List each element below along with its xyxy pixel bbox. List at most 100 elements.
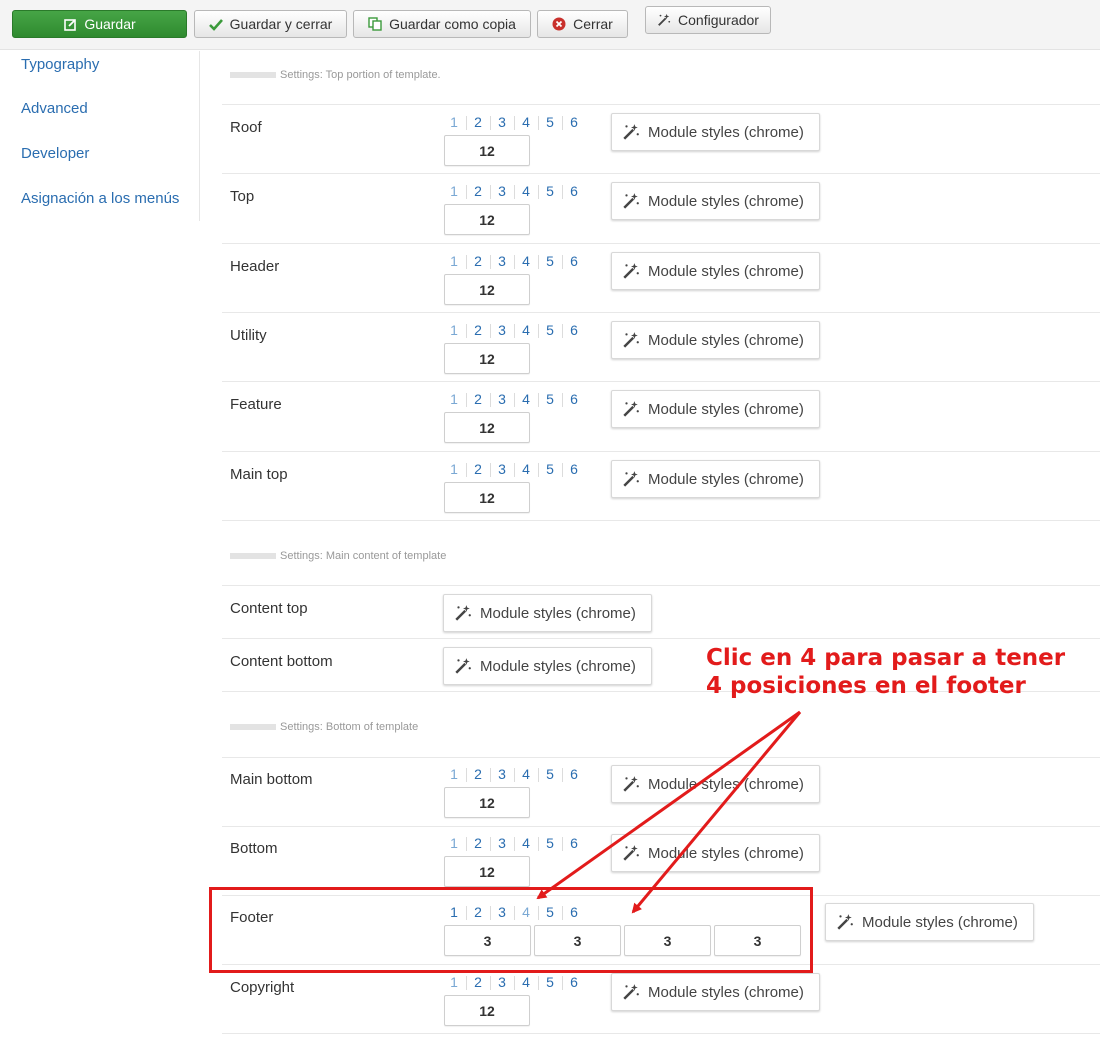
row-divider <box>222 243 1100 244</box>
column-option-1[interactable]: 1 <box>445 183 463 199</box>
module-styles-label: Module styles (chrome) <box>648 470 804 488</box>
column-option-3[interactable]: 3 <box>493 461 511 477</box>
position-column-box[interactable]: 12 <box>444 482 530 513</box>
save-as-copy-button[interactable]: Guardar como copia <box>353 10 531 38</box>
column-option-3[interactable]: 3 <box>493 322 511 338</box>
column-option-3[interactable]: 3 <box>493 391 511 407</box>
column-option-3[interactable]: 3 <box>493 253 511 269</box>
column-option-4[interactable]: 4 <box>517 322 535 338</box>
column-option-5[interactable]: 5 <box>541 766 559 782</box>
module-styles-button[interactable]: Module styles (chrome) <box>611 113 820 151</box>
position-column-box[interactable]: 12 <box>444 412 530 443</box>
close-button[interactable]: Cerrar <box>537 10 628 38</box>
position-column-box[interactable]: 12 <box>444 787 530 818</box>
position-column-box[interactable]: 12 <box>444 135 530 166</box>
column-option-separator <box>514 837 515 851</box>
column-option-2[interactable]: 2 <box>469 835 487 851</box>
configurator-button[interactable]: Configurador <box>645 6 771 34</box>
column-option-2[interactable]: 2 <box>469 114 487 130</box>
position-column-box[interactable]: 12 <box>444 204 530 235</box>
sidebar-item-typography[interactable]: Typography <box>21 56 99 73</box>
column-option-5[interactable]: 5 <box>541 253 559 269</box>
save-button[interactable]: Guardar <box>12 10 187 38</box>
column-option-5[interactable]: 5 <box>541 461 559 477</box>
column-option-2[interactable]: 2 <box>469 183 487 199</box>
column-option-4[interactable]: 4 <box>517 835 535 851</box>
column-option-6[interactable]: 6 <box>565 835 583 851</box>
column-option-4[interactable]: 4 <box>517 183 535 199</box>
module-styles-button[interactable]: Module styles (chrome) <box>611 390 820 428</box>
sidebar-item-menu-assignment[interactable]: Asignación a los menús <box>21 190 179 207</box>
column-option-4[interactable]: 4 <box>517 114 535 130</box>
position-column-box[interactable]: 12 <box>444 995 530 1026</box>
column-option-5[interactable]: 5 <box>541 114 559 130</box>
column-option-3[interactable]: 3 <box>493 974 511 990</box>
column-option-1[interactable]: 1 <box>445 461 463 477</box>
column-option-1[interactable]: 1 <box>445 322 463 338</box>
magic-wand-icon <box>622 470 640 488</box>
column-option-5[interactable]: 5 <box>541 974 559 990</box>
column-option-separator <box>514 768 515 782</box>
save-and-close-button[interactable]: Guardar y cerrar <box>194 10 347 38</box>
column-option-6[interactable]: 6 <box>565 183 583 199</box>
column-option-separator <box>538 976 539 990</box>
section-title: Settings: Bottom of template <box>280 721 419 733</box>
column-option-1[interactable]: 1 <box>445 253 463 269</box>
column-option-3[interactable]: 3 <box>493 766 511 782</box>
module-styles-button[interactable]: Module styles (chrome) <box>611 973 820 1011</box>
module-styles-button[interactable]: Module styles (chrome) <box>611 765 820 803</box>
column-option-5[interactable]: 5 <box>541 183 559 199</box>
column-option-6[interactable]: 6 <box>565 322 583 338</box>
column-option-separator <box>562 324 563 338</box>
column-option-4[interactable]: 4 <box>517 253 535 269</box>
column-option-6[interactable]: 6 <box>565 253 583 269</box>
row-label-utility: Utility <box>230 327 267 344</box>
column-option-6[interactable]: 6 <box>565 766 583 782</box>
column-option-1[interactable]: 1 <box>445 974 463 990</box>
column-option-4[interactable]: 4 <box>517 974 535 990</box>
column-option-5[interactable]: 5 <box>541 835 559 851</box>
column-option-3[interactable]: 3 <box>493 183 511 199</box>
module-styles-button[interactable]: Module styles (chrome) <box>443 647 652 685</box>
column-option-2[interactable]: 2 <box>469 766 487 782</box>
module-styles-button[interactable]: Module styles (chrome) <box>611 834 820 872</box>
module-styles-button[interactable]: Module styles (chrome) <box>611 252 820 290</box>
module-styles-button[interactable]: Module styles (chrome) <box>611 182 820 220</box>
column-option-separator <box>490 255 491 269</box>
column-option-1[interactable]: 1 <box>445 391 463 407</box>
column-option-2[interactable]: 2 <box>469 391 487 407</box>
module-styles-button[interactable]: Module styles (chrome) <box>611 460 820 498</box>
module-styles-button[interactable]: Module styles (chrome) <box>611 321 820 359</box>
column-option-1[interactable]: 1 <box>445 766 463 782</box>
column-option-2[interactable]: 2 <box>469 253 487 269</box>
column-option-3[interactable]: 3 <box>493 114 511 130</box>
position-column-box[interactable]: 12 <box>444 343 530 374</box>
column-option-6[interactable]: 6 <box>565 461 583 477</box>
column-option-1[interactable]: 1 <box>445 114 463 130</box>
column-option-2[interactable]: 2 <box>469 322 487 338</box>
edit-icon <box>63 17 77 31</box>
position-column-box[interactable]: 12 <box>444 274 530 305</box>
column-option-4[interactable]: 4 <box>517 461 535 477</box>
magic-wand-icon <box>622 123 640 141</box>
column-option-4[interactable]: 4 <box>517 766 535 782</box>
column-option-4[interactable]: 4 <box>517 391 535 407</box>
column-option-6[interactable]: 6 <box>565 114 583 130</box>
column-option-6[interactable]: 6 <box>565 974 583 990</box>
sidebar-item-advanced[interactable]: Advanced <box>21 100 88 117</box>
column-option-3[interactable]: 3 <box>493 835 511 851</box>
column-option-2[interactable]: 2 <box>469 974 487 990</box>
column-option-2[interactable]: 2 <box>469 461 487 477</box>
column-option-1[interactable]: 1 <box>445 835 463 851</box>
column-option-5[interactable]: 5 <box>541 391 559 407</box>
position-column-box[interactable]: 12 <box>444 856 530 887</box>
magic-wand-icon <box>622 192 640 210</box>
module-styles-button[interactable]: Module styles (chrome) <box>825 903 1034 941</box>
row-divider <box>222 520 1100 521</box>
column-option-6[interactable]: 6 <box>565 391 583 407</box>
annotation-line-1: Clic en 4 para pasar a tener <box>706 645 1066 671</box>
column-option-5[interactable]: 5 <box>541 322 559 338</box>
sidebar-item-developer[interactable]: Developer <box>21 145 89 162</box>
column-option-separator <box>466 185 467 199</box>
module-styles-button[interactable]: Module styles (chrome) <box>443 594 652 632</box>
